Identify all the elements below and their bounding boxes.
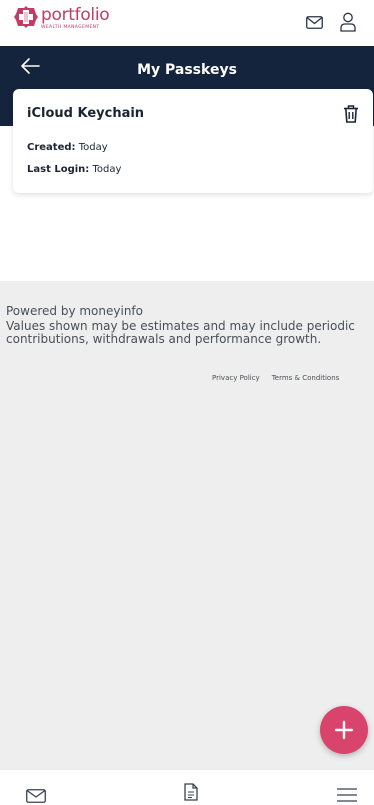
disclaimer: Values shown may be estimates and may in… [6, 319, 355, 346]
footer-area: Powered by moneyinfo Values shown may be… [0, 281, 374, 770]
menu-icon[interactable] [337, 787, 357, 803]
passkey-name: iCloud Keychain [27, 106, 145, 121]
last-login-value: Today [92, 164, 122, 175]
brand-tagline: WEALTH MANAGEMENT [41, 25, 100, 30]
footer-links: Privacy Policy Terms & Conditions [212, 374, 351, 382]
created-label: Created: [27, 142, 76, 153]
trash-icon[interactable] [343, 105, 359, 123]
last-login-label: Last Login: [27, 164, 90, 175]
document-icon[interactable] [184, 783, 198, 801]
terms-link[interactable]: Terms & Conditions [272, 374, 340, 382]
logo-mark-icon [14, 6, 38, 28]
created-value: Today [78, 142, 108, 153]
created-row: Created: Today [27, 142, 108, 153]
portfolio-logo[interactable]: portfolio WEALTH MANAGEMENT [14, 5, 110, 30]
brand-name: portfolio [41, 5, 110, 25]
bottom-navigation [0, 770, 374, 805]
powered-by: Powered by moneyinfo [6, 304, 143, 318]
mail-icon[interactable] [26, 789, 46, 803]
plus-icon [334, 720, 354, 740]
user-icon[interactable] [340, 12, 356, 32]
page-title: My Passkeys [137, 62, 237, 78]
passkey-card: iCloud Keychain Created: Today Last Logi… [13, 89, 373, 193]
last-login-row: Last Login: Today [27, 164, 121, 175]
privacy-policy-link[interactable]: Privacy Policy [212, 374, 260, 382]
top-app-bar: portfolio WEALTH MANAGEMENT [0, 0, 374, 46]
add-passkey-button[interactable] [320, 706, 368, 754]
mail-icon[interactable] [306, 16, 323, 29]
